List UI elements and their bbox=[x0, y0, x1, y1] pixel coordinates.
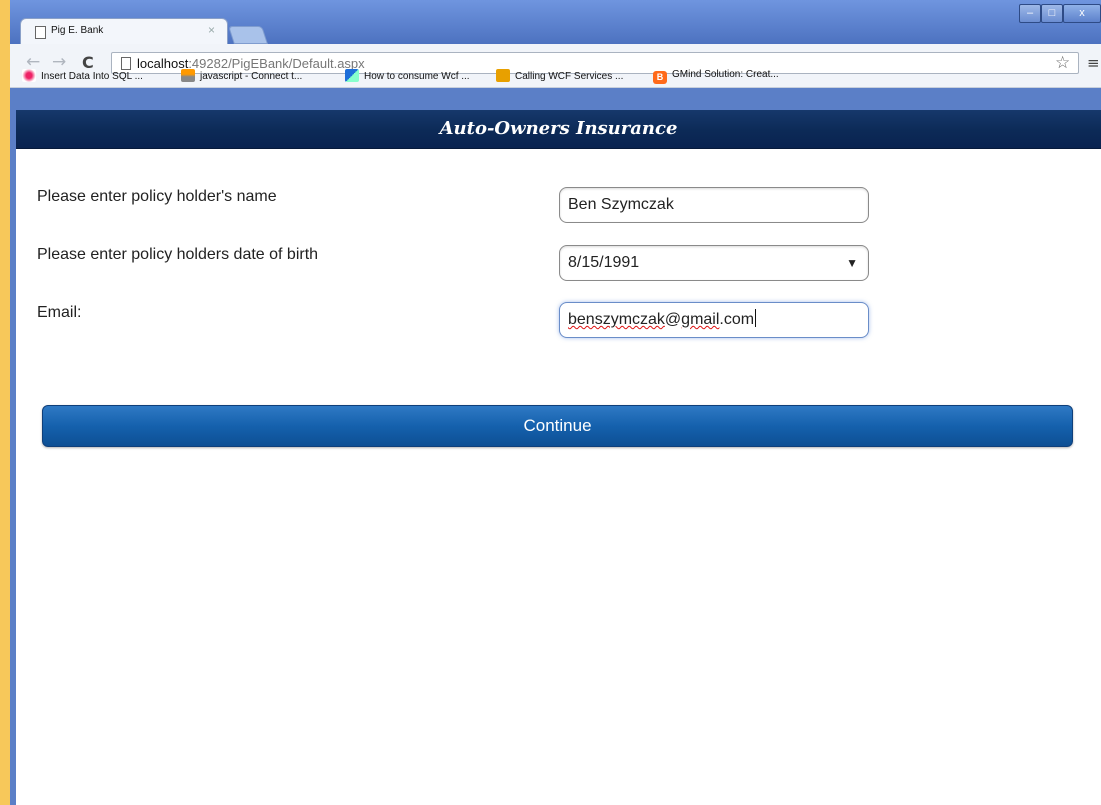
close-button[interactable]: x bbox=[1063, 4, 1101, 23]
bookmark-label: GMind Solution: Creat... bbox=[672, 69, 779, 80]
continue-button[interactable]: Continue bbox=[42, 405, 1073, 447]
bookmark-label: Insert Data Into SQL ... bbox=[41, 71, 143, 82]
email-input[interactable]: benszymczak@gmail.com bbox=[559, 302, 869, 338]
dob-select[interactable]: 8/15/1991 ▼ bbox=[559, 245, 869, 281]
tab-title: Pig E. Bank bbox=[51, 25, 104, 36]
name-label: Please enter policy holder's name bbox=[37, 188, 277, 205]
site-banner: Auto-Owners Insurance bbox=[16, 110, 1101, 149]
dob-value: 8/15/1991 bbox=[568, 254, 640, 271]
text-caret bbox=[755, 309, 757, 327]
email-text-part: .com bbox=[719, 311, 755, 328]
bookmark-label: How to consume Wcf ... bbox=[364, 71, 470, 82]
maximize-button[interactable]: □ bbox=[1041, 4, 1063, 23]
bookmark-label: javascript - Connect t... bbox=[200, 71, 303, 82]
name-input[interactable]: Ben Szymczak bbox=[559, 187, 869, 223]
stackoverflow-favicon-icon bbox=[181, 69, 195, 82]
bookmark-favicon-icon bbox=[345, 69, 359, 82]
banner-title: Auto-Owners Insurance bbox=[439, 118, 678, 139]
email-text-part: benszymczak bbox=[568, 311, 665, 328]
bookmark-item[interactable]: Insert Data Into SQL ... bbox=[22, 69, 143, 82]
bookmark-favicon-icon bbox=[496, 69, 510, 82]
bookmark-favicon-icon bbox=[22, 69, 36, 82]
dropdown-arrow-icon: ▼ bbox=[846, 256, 858, 270]
dob-label: Please enter policy holders date of birt… bbox=[37, 246, 319, 263]
bookmark-item[interactable]: How to consume Wcf ... bbox=[345, 69, 470, 82]
browser-tab[interactable]: Pig E. Bank × bbox=[20, 18, 228, 44]
tab-close-icon[interactable]: × bbox=[208, 23, 215, 37]
minimize-button[interactable]: – bbox=[1019, 4, 1041, 23]
blogger-favicon-icon: B bbox=[653, 71, 667, 84]
tab-strip: Pig E. Bank × – □ x bbox=[10, 0, 1101, 44]
bookmark-label: Calling WCF Services ... bbox=[515, 71, 624, 82]
bookmarks-bar: Insert Data Into SQL ... javascript - Co… bbox=[10, 67, 1101, 87]
new-tab-button[interactable] bbox=[228, 26, 268, 44]
bookmark-item[interactable]: Calling WCF Services ... bbox=[496, 69, 623, 82]
bookmark-item[interactable]: javascript - Connect t... bbox=[181, 69, 302, 82]
bookmark-item[interactable]: B GMind Solution: Creat... bbox=[653, 69, 779, 84]
email-label: Email: bbox=[37, 304, 82, 321]
email-text-part: gmail bbox=[681, 311, 720, 328]
page-icon bbox=[35, 26, 46, 39]
email-text-part: @ bbox=[664, 311, 682, 328]
browser-window: Pig E. Bank × – □ x ← → C localhost:4928… bbox=[10, 0, 1101, 805]
page-content: Auto-Owners Insurance Please enter polic… bbox=[16, 110, 1101, 805]
